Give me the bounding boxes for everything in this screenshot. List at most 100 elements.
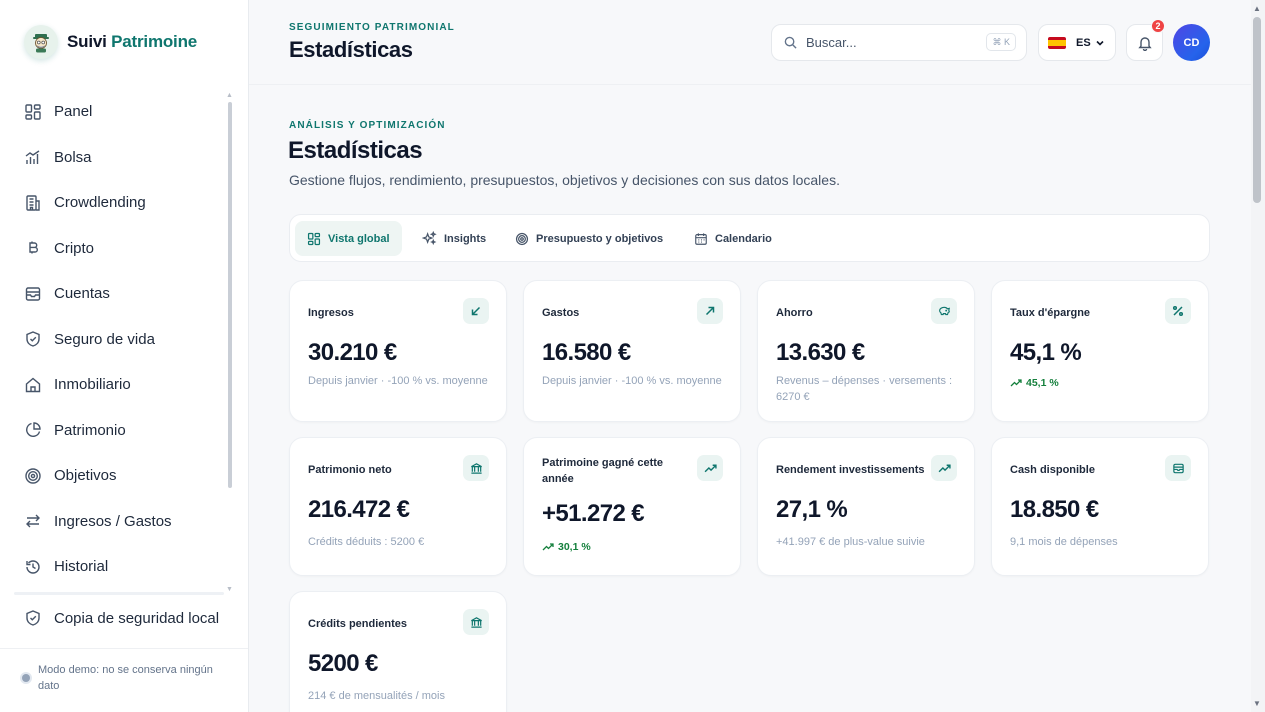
header-kicker: SEGUIMIENTO PATRIMONIAL (289, 22, 455, 33)
top-header: SEGUIMIENTO PATRIMONIAL Estadísticas ⌘ K… (249, 0, 1251, 85)
card-trend: 45,1 % (1010, 377, 1059, 389)
card-note: Depuis janvier · -100 % vs. moyenne (308, 375, 488, 387)
sidebar-item-label: Cuentas (54, 285, 110, 303)
tab-calendario[interactable]: Calendario (682, 221, 784, 256)
card-note: Depuis janvier · -100 % vs. moyenne (542, 375, 722, 387)
tab-label: Vista global (328, 232, 390, 245)
page-title: Estadísticas (288, 137, 423, 164)
card-value: 45,1 % (1010, 339, 1082, 366)
brand-name: Suivi Patrimoine (67, 32, 197, 52)
target-icon (25, 468, 41, 484)
sidebar-item-patrimonio[interactable]: Patrimonio (14, 408, 226, 454)
stat-card-patrimoine-gagne[interactable]: Patrimoine gagné cette année +51.272 € 3… (523, 437, 741, 576)
language-code: ES (1076, 36, 1091, 49)
sidebar-item-label: Copia de seguridad local (54, 609, 220, 627)
avatar[interactable]: CD (1173, 24, 1210, 61)
card-note: 214 € de mensualités / mois (308, 690, 445, 702)
stat-card-gastos[interactable]: Gastos 16.580 € Depuis janvier · -100 % … (523, 280, 741, 422)
search-shortcut: ⌘ K (986, 33, 1016, 51)
shield-icon (26, 610, 40, 626)
search-input[interactable] (806, 35, 976, 50)
tab-vista-global[interactable]: Vista global (295, 221, 402, 256)
sidebar-item-label: Bolsa (54, 148, 92, 166)
header-title: Estadísticas (289, 37, 413, 62)
sidebar-item-cripto[interactable]: Cripto (14, 226, 226, 272)
sidebar-item-label: Ingresos / Gastos (54, 512, 172, 530)
trending-up-icon (931, 455, 957, 481)
sidebar-footer-divider (0, 648, 248, 649)
building-icon (26, 195, 40, 211)
chevron-down-icon (1096, 40, 1104, 46)
nav-scroll-up-icon[interactable]: ▲ (226, 92, 233, 99)
search-box[interactable]: ⌘ K (771, 24, 1027, 61)
stat-card-ahorro[interactable]: Ahorro 13.630 € Revenus – dépenses · ver… (757, 280, 975, 422)
arrow-down-left-icon (463, 298, 489, 324)
brand[interactable]: Suivi Patrimoine (24, 25, 197, 59)
bar-chart-icon (25, 150, 40, 165)
card-value: 18.850 € (1010, 496, 1099, 523)
brand-name-part1: Suivi (67, 32, 107, 51)
scroll-down-icon[interactable]: ▼ (1253, 699, 1261, 708)
nav-scroll-down-icon[interactable]: ▼ (226, 586, 233, 593)
sidebar-item-inmobiliario[interactable]: Inmobiliario (14, 362, 226, 408)
stat-card-rendement[interactable]: Rendement investissements 27,1 % +41.997… (757, 437, 975, 576)
card-value: 30.210 € (308, 339, 397, 366)
stat-card-cash-disponible[interactable]: Cash disponible 18.850 € 9,1 mois de dép… (991, 437, 1209, 576)
page-kicker: ANÁLISIS Y OPTIMIZACIÓN (289, 120, 446, 131)
calendar-icon (695, 232, 707, 245)
arrows-swap-icon (26, 514, 40, 528)
card-value: +51.272 € (542, 500, 645, 527)
page-subtitle: Gestione flujos, rendimiento, presupuest… (289, 172, 840, 188)
sidebar-item-objetivos[interactable]: Objetivos (14, 453, 226, 499)
trend-value: 45,1 % (1026, 377, 1059, 389)
card-trend: 30,1 % (542, 541, 591, 553)
sidebar-item-ingresos-gastos[interactable]: Ingresos / Gastos (14, 499, 226, 545)
card-label: Patrimoine gagné cette année (542, 457, 664, 485)
stat-card-creditos-pendientes[interactable]: Crédits pendientes 5200 € 214 € de mensu… (289, 591, 507, 712)
card-note: Crédits déduits : 5200 € (308, 536, 425, 548)
sidebar-item-bolsa[interactable]: Bolsa (14, 135, 226, 181)
demo-text: Modo demo: no se conserva ningún dato (38, 664, 213, 692)
bitcoin-icon (29, 241, 38, 254)
sidebar-item-backup[interactable]: Copia de seguridad local (14, 598, 226, 638)
sidebar-item-label: Inmobiliario (54, 376, 131, 394)
search-icon (784, 36, 797, 49)
sidebar-item-label: Cripto (54, 239, 95, 257)
stat-card-ingresos[interactable]: Ingresos 30.210 € Depuis janvier · -100 … (289, 280, 507, 422)
piggy-bank-icon (931, 298, 957, 324)
sidebar-divider (14, 592, 224, 595)
trending-up-icon (697, 455, 723, 481)
card-note: 9,1 mois de dépenses (1010, 536, 1118, 548)
trending-up-icon (1010, 379, 1022, 387)
bank-icon (463, 455, 489, 481)
sidebar-item-label: Panel (54, 103, 93, 121)
tab-insights[interactable]: Insights (410, 221, 498, 256)
scroll-up-icon[interactable]: ▲ (1253, 4, 1261, 13)
card-value: 16.580 € (542, 339, 631, 366)
tab-presupuesto[interactable]: Presupuesto y objetivos (503, 221, 675, 256)
card-value: 216.472 € (308, 496, 410, 523)
sidebar-item-seguro-de-vida[interactable]: Seguro de vida (14, 317, 226, 363)
sparkles-icon (422, 231, 437, 246)
bank-icon (463, 609, 489, 635)
stat-card-taux-epargne[interactable]: Taux d'épargne 45,1 % 45,1 % (991, 280, 1209, 422)
status-dot-icon (22, 674, 30, 682)
demo-notice: Modo demo: no se conserva ningún dato (22, 662, 232, 694)
window-scrollbar-thumb[interactable] (1253, 17, 1261, 203)
sidebar-item-panel[interactable]: Panel (14, 89, 226, 135)
language-selector[interactable]: ES (1038, 24, 1116, 61)
wallet-icon (1165, 455, 1191, 481)
stat-card-patrimonio-neto[interactable]: Patrimonio neto 216.472 € Crédits déduit… (289, 437, 507, 576)
card-label: Crédits pendientes (308, 618, 408, 630)
sidebar-scrollbar[interactable] (228, 102, 232, 488)
card-note: +41.997 € de plus-value suivie (776, 536, 925, 548)
target-icon (515, 232, 529, 245)
sidebar-item-crowdlending[interactable]: Crowdlending (14, 180, 226, 226)
card-label: Cash disponible (1010, 464, 1095, 476)
card-label: Ingresos (308, 307, 354, 319)
sidebar-item-historial[interactable]: Historial (14, 544, 226, 589)
card-label: Ahorro (776, 307, 813, 319)
sidebar-item-label: Historial (54, 558, 109, 576)
sidebar-item-cuentas[interactable]: Cuentas (14, 271, 226, 317)
sidebar-item-label: Objetivos (54, 467, 117, 485)
